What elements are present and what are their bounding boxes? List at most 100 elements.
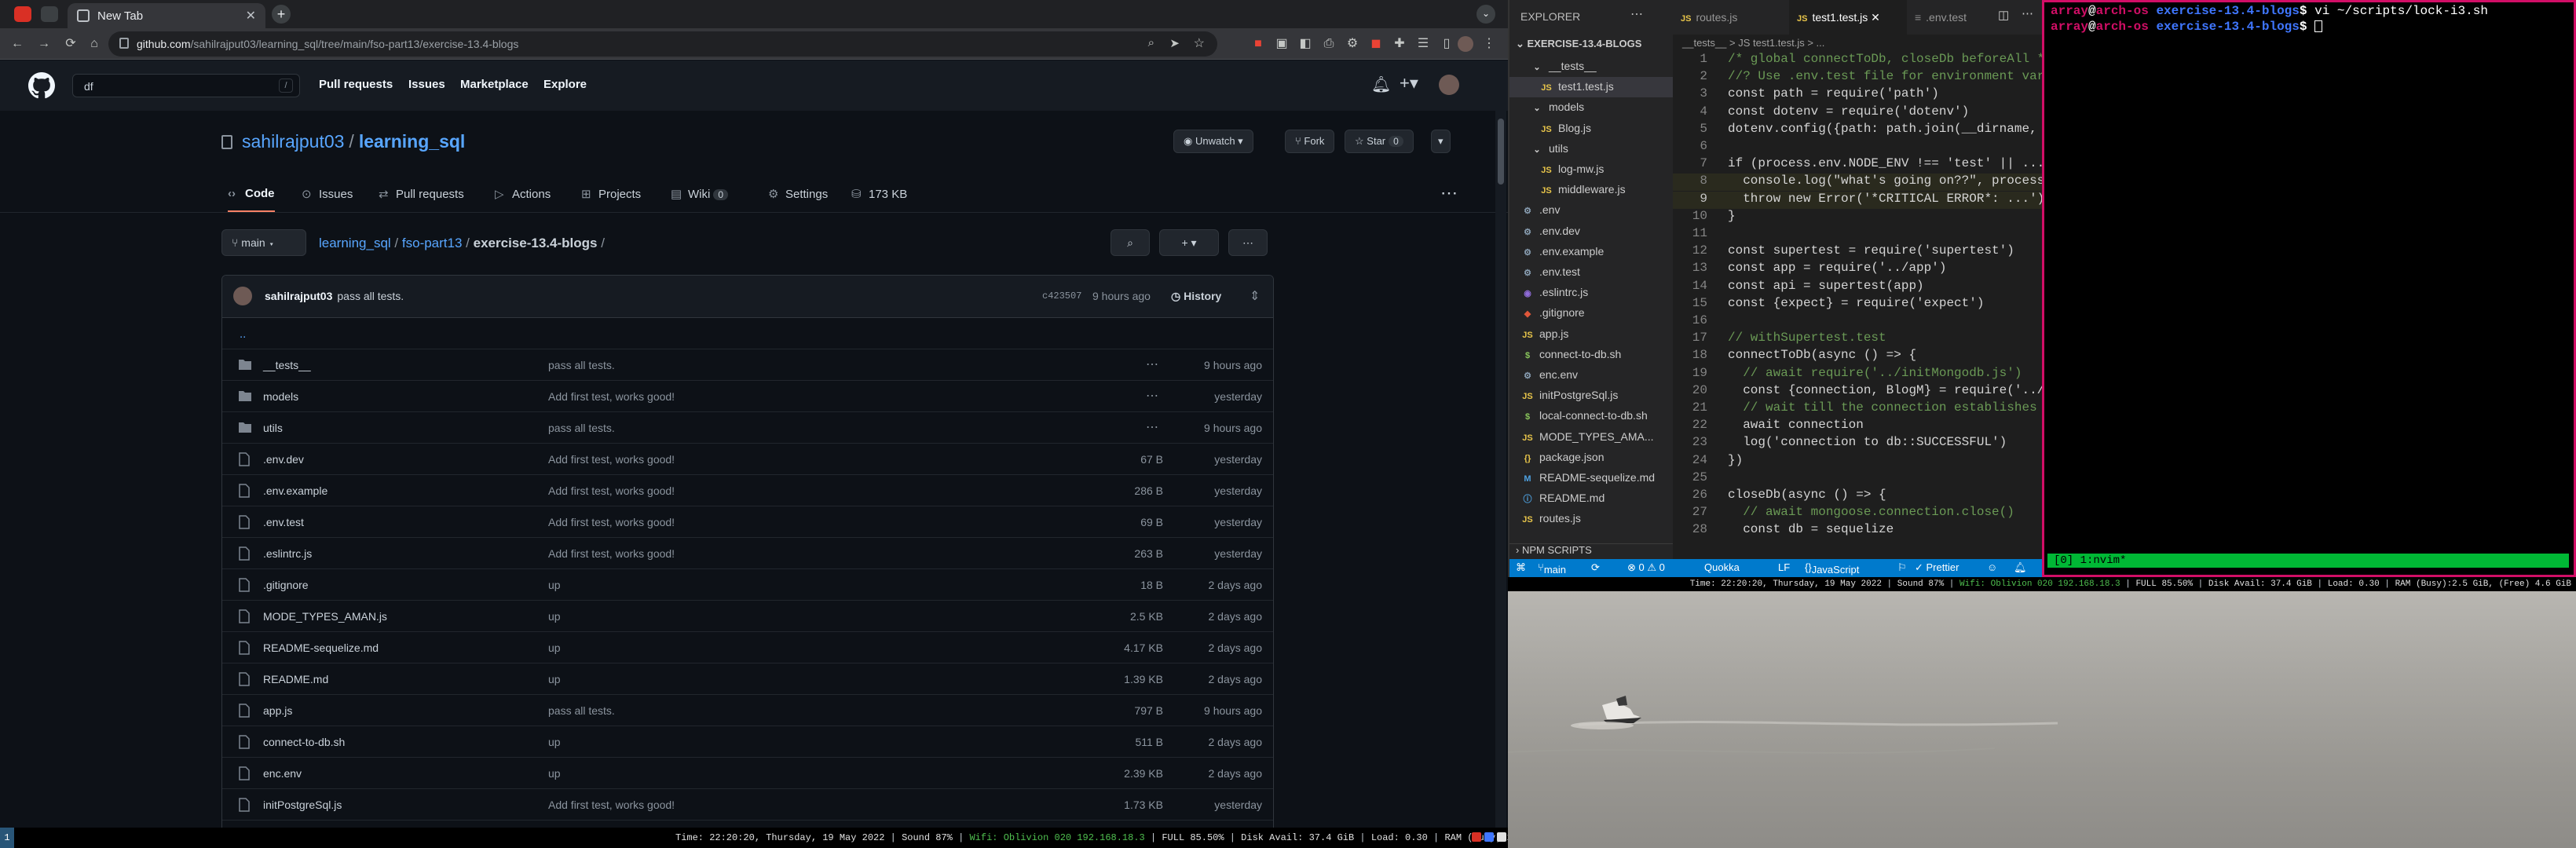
file-name[interactable]: enc.env xyxy=(263,767,302,780)
share-icon[interactable]: ➤ xyxy=(1169,36,1180,50)
file-commit-message[interactable]: pass all tests. xyxy=(548,704,615,717)
tray-app-icon[interactable] xyxy=(1497,832,1506,842)
file-row[interactable]: models Add first test, works good! ⋯ yester… xyxy=(222,381,1273,412)
file-row[interactable]: app.js pass all tests. 797 B 9 hours ago xyxy=(222,695,1273,726)
file-name[interactable]: app.js xyxy=(263,704,292,717)
tab-wiki[interactable]: ▤ Wiki 0 xyxy=(671,181,729,212)
file-name[interactable]: README.md xyxy=(263,673,328,685)
go-to-file-search-icon[interactable]: ⌕ xyxy=(1111,229,1150,256)
file-commit-message[interactable]: Add first test, works good! xyxy=(548,390,675,403)
github-logo-icon[interactable] xyxy=(28,72,55,99)
branch-selector[interactable]: ⑂ main ▾ xyxy=(221,229,306,256)
fork-button[interactable]: ⑂ Fork xyxy=(1285,130,1335,153)
tab-issues[interactable]: ⊙ Issues xyxy=(302,181,353,212)
more-options-icon[interactable]: ⋯ xyxy=(1440,183,1458,203)
commit-sha[interactable]: c423507 xyxy=(1042,291,1081,302)
file-commit-message[interactable]: up xyxy=(548,579,561,591)
collapse-icon[interactable]: ⇕ xyxy=(1250,288,1260,304)
reading-list-icon[interactable]: ☰ xyxy=(1415,36,1431,52)
repo-name-link[interactable]: learning_sql xyxy=(359,131,465,152)
file-name[interactable]: __tests__ xyxy=(263,359,311,371)
explorer-item[interactable]: ⓘ README.md xyxy=(1509,488,1673,509)
tab-settings[interactable]: ⚙ Settings xyxy=(768,181,828,212)
ellipsis-icon[interactable]: ⋯ xyxy=(1146,356,1158,372)
page-scrollbar[interactable] xyxy=(1495,111,1506,828)
file-commit-message[interactable]: Add first test, works good! xyxy=(548,516,675,528)
file-commit-message[interactable]: up xyxy=(548,736,561,748)
file-row[interactable]: MODE_TYPES_AMAN.js up 2.5 KB 2 days ago xyxy=(222,601,1273,632)
file-name[interactable]: .env.test xyxy=(263,516,304,528)
file-name[interactable]: initPostgreSql.js xyxy=(263,799,342,811)
file-name[interactable]: models xyxy=(263,390,298,403)
forward-icon[interactable]: → xyxy=(36,36,52,52)
file-commit-message[interactable]: Add first test, works good! xyxy=(548,453,675,466)
close-icon[interactable]: ✕ xyxy=(1871,11,1880,24)
explorer-item[interactable]: JS middleware.js xyxy=(1509,180,1673,200)
star-dropdown-button[interactable]: ▾ xyxy=(1431,130,1451,153)
notifications-bell-icon[interactable]: 🔔︎ xyxy=(1371,75,1391,94)
prettier-status[interactable]: ✓ Prettier xyxy=(1915,561,1959,574)
extension-icon[interactable]: ■ xyxy=(1250,36,1266,52)
file-row[interactable]: README-sequelize.md up 4.17 KB 2 days ago xyxy=(222,632,1273,663)
file-row[interactable]: enc.env up 2.39 KB 2 days ago xyxy=(222,758,1273,789)
user-avatar[interactable] xyxy=(1439,75,1459,95)
parent-directory-link[interactable]: .. xyxy=(222,318,1273,349)
back-icon[interactable]: ← xyxy=(9,36,25,52)
file-name[interactable]: .eslintrc.js xyxy=(263,547,312,560)
editor-more-icon[interactable]: ⋯ xyxy=(2022,6,2033,20)
explorer-item[interactable]: JS test1.test.js xyxy=(1509,77,1673,98)
terminal-window[interactable]: array@arch-os exercise-13.4-blogs$ vi ~/… xyxy=(2042,0,2576,577)
github-search-input[interactable]: df / xyxy=(72,74,300,97)
breadcrumb-root[interactable]: learning_sql xyxy=(319,236,391,250)
explorer-more-icon[interactable]: ⋯ xyxy=(1630,6,1643,22)
extension-icon[interactable]: ⎙ xyxy=(1321,36,1337,52)
extensions-puzzle-icon[interactable]: ✚ xyxy=(1392,36,1407,52)
extension-icon[interactable]: ◧ xyxy=(1297,36,1313,52)
more-icon[interactable]: ⋯ xyxy=(1228,229,1268,256)
unwatch-button[interactable]: ◉ Unwatch ▾ xyxy=(1173,130,1253,153)
file-commit-message[interactable]: up xyxy=(548,767,561,780)
explorer-item[interactable]: ⚙ .env xyxy=(1509,200,1673,221)
editor-breadcrumb[interactable]: __tests__ > JS test1.test.js > ... xyxy=(1673,35,2042,52)
scrollbar-thumb[interactable] xyxy=(1498,119,1504,185)
file-commit-message[interactable]: pass all tests. xyxy=(548,422,615,434)
explorer-item[interactable]: ⌄ utils xyxy=(1509,139,1673,159)
quokka-status[interactable]: Quokka xyxy=(1704,561,1740,573)
explorer-item[interactable]: JS initPostgreSql.js xyxy=(1509,386,1673,406)
explorer-item[interactable]: ⚙ enc.env xyxy=(1509,365,1673,386)
explorer-item[interactable]: ◉ .eslintrc.js xyxy=(1509,283,1673,303)
feedback-icon[interactable]: ☺ xyxy=(1987,561,1997,573)
sync-icon[interactable]: ⟳ xyxy=(1591,561,1600,574)
explorer-item[interactable]: ⌄ models xyxy=(1509,97,1673,118)
explorer-item[interactable]: JS log-mw.js xyxy=(1509,159,1673,180)
split-editor-icon[interactable]: ◫ xyxy=(1998,8,2009,22)
code-editor[interactable]: 1 /* global connectToDb, closeDb beforeAl… xyxy=(1673,52,2042,543)
reload-icon[interactable]: ⟳ xyxy=(63,36,79,52)
nav-marketplace[interactable]: Marketplace xyxy=(460,78,529,91)
close-tab-icon[interactable]: ✕ xyxy=(246,8,256,24)
explorer-item[interactable]: $ connect-to-db.sh xyxy=(1509,345,1673,365)
nav-explore[interactable]: Explore xyxy=(543,78,587,91)
add-file-button[interactable]: + ▾ xyxy=(1159,229,1219,256)
file-commit-message[interactable]: up xyxy=(548,641,561,654)
file-name[interactable]: .env.example xyxy=(263,484,327,497)
file-name[interactable]: .gitignore xyxy=(263,579,309,591)
file-commit-message[interactable]: pass all tests. xyxy=(548,359,615,371)
file-row[interactable]: __tests__ pass all tests. ⋯ 9 hours ago xyxy=(222,349,1273,381)
extension-icon[interactable]: ⚐ xyxy=(1897,561,1907,574)
tab-pull-requests[interactable]: ⇄ Pull requests xyxy=(379,181,464,212)
language-mode[interactable]: {} JavaScript xyxy=(1805,561,1859,576)
explorer-item[interactable]: M README-sequelize.md xyxy=(1509,468,1673,488)
explorer-item[interactable]: JS MODE_TYPES_AMA... xyxy=(1509,427,1673,448)
explorer-item[interactable]: ⚙ .env.dev xyxy=(1509,221,1673,242)
file-commit-message[interactable]: up xyxy=(548,610,561,623)
new-tab-button[interactable]: + xyxy=(272,5,291,24)
file-name[interactable]: MODE_TYPES_AMAN.js xyxy=(263,610,387,623)
file-name[interactable]: README-sequelize.md xyxy=(263,641,379,654)
eol-indicator[interactable]: LF xyxy=(1778,561,1790,573)
explorer-item[interactable]: JS Blog.js xyxy=(1509,119,1673,139)
tab-search-icon[interactable]: ⌄ xyxy=(1476,5,1495,24)
create-new-plus-icon[interactable]: +▾ xyxy=(1400,73,1418,93)
editor-tab-test1[interactable]: JS test1.test.js ✕ xyxy=(1789,0,1907,35)
explorer-item[interactable]: {} package.json xyxy=(1509,448,1673,468)
